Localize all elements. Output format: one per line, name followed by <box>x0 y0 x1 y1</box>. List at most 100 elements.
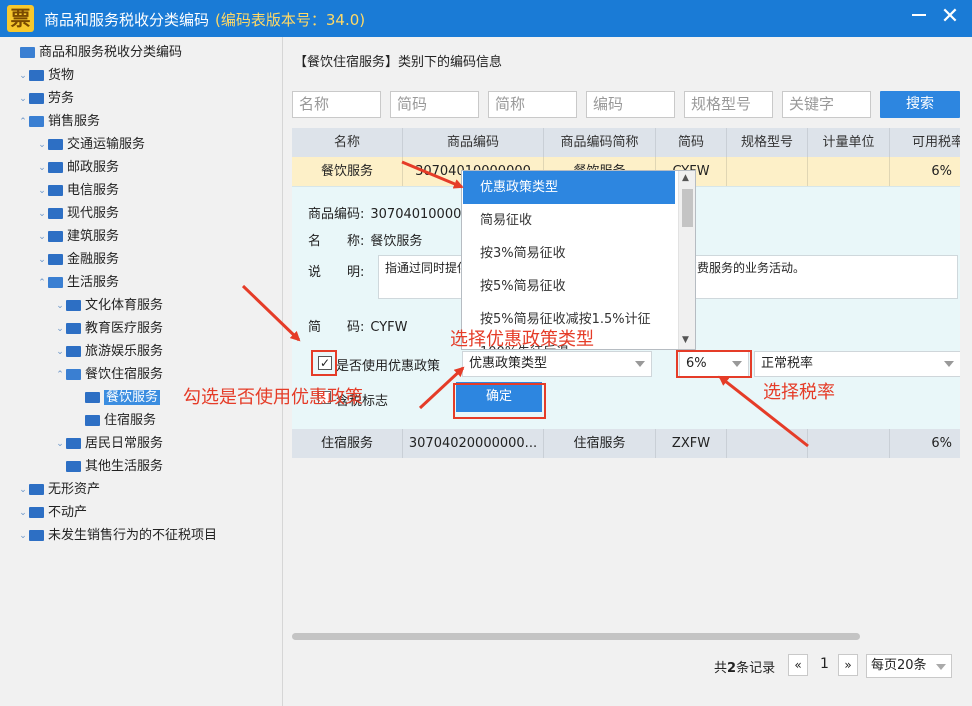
cell-shortcode: ZXFW <box>656 429 727 458</box>
table-row[interactable]: 住宿服务 30704020000000... 住宿服务 ZXFW 6% <box>292 429 960 458</box>
column-header-spec[interactable]: 规格型号 <box>727 128 808 157</box>
search-keyword-input[interactable]: 关键字 <box>782 91 871 118</box>
column-header-unit[interactable]: 计量单位 <box>808 128 890 157</box>
tree-item[interactable]: ⌄ 不动产 <box>17 503 87 523</box>
expand-toggle-icon[interactable]: ⌄ <box>54 434 66 454</box>
folder-icon <box>48 161 63 173</box>
tree-item-label: 未发生销售行为的不征税项目 <box>48 528 218 543</box>
expand-toggle-icon[interactable]: ⌄ <box>36 181 48 201</box>
expand-toggle-icon[interactable]: ⌄ <box>17 89 29 109</box>
policy-option[interactable]: 按3%简易征收 <box>463 237 675 270</box>
record-count: 共2条记录 <box>714 661 776 676</box>
search-name-input[interactable]: 名称 <box>292 91 381 118</box>
tree-item[interactable]: ⌄ 文化体育服务 <box>54 296 163 316</box>
app-window: 票 商品和服务税收分类编码 (编码表版本号：34.0) ✕ 商品和服务税收分类编码… <box>0 0 972 706</box>
name-value: 餐饮服务 <box>370 234 423 249</box>
search-code-input[interactable]: 编码 <box>586 91 675 118</box>
tree-item[interactable]: ⌃ 餐饮住宿服务 <box>54 365 163 385</box>
folder-icon <box>66 345 81 357</box>
tree-item[interactable]: 住宿服务 <box>73 411 156 431</box>
tree-item[interactable]: ⌄ 居民日常服务 <box>54 434 163 454</box>
expand-toggle-icon[interactable]: ⌄ <box>17 66 29 86</box>
scroll-thumb[interactable] <box>682 189 693 227</box>
tree-item[interactable]: 商品和服务税收分类编码 <box>8 43 182 63</box>
tree-item[interactable]: ⌄ 交通运输服务 <box>36 135 145 155</box>
tree-item-label: 住宿服务 <box>104 413 157 428</box>
tree-item-label: 生活服务 <box>67 275 120 290</box>
horizontal-scrollbar[interactable] <box>292 633 860 640</box>
search-spec-input[interactable]: 规格型号 <box>684 91 773 118</box>
next-page-button[interactable]: » <box>838 654 858 676</box>
tree-item[interactable]: 其他生活服务 <box>54 457 163 477</box>
folder-icon <box>48 230 63 242</box>
dropdown-scrollbar[interactable]: ▲ ▼ <box>678 171 695 349</box>
tree-item[interactable]: ⌄ 货物 <box>17 66 74 86</box>
scroll-down-icon[interactable]: ▼ <box>682 335 689 345</box>
tree-item[interactable]: ⌄ 现代服务 <box>36 204 119 224</box>
tree-item[interactable]: ⌃ 销售服务 <box>17 112 100 132</box>
search-button[interactable]: 搜索 <box>880 91 960 118</box>
name-label: 名 称: 餐饮服务 <box>308 234 423 249</box>
policy-type-dropdown-list[interactable]: 优惠政策类型 简易征收 按3%简易征收 按5%简易征收 按5%简易征收减按1.5… <box>461 170 696 350</box>
title-bar: 票 商品和服务税收分类编码 (编码表版本号：34.0) ✕ <box>0 0 972 37</box>
expand-toggle-icon[interactable]: ⌄ <box>36 135 48 155</box>
column-header-code[interactable]: 商品编码 <box>403 128 544 157</box>
tree-item[interactable]: ⌄ 劳务 <box>17 89 74 109</box>
folder-icon <box>29 506 44 518</box>
section-title: 【餐饮住宿服务】类别下的编码信息 <box>294 55 503 70</box>
policy-option[interactable]: 按5%简易征收 <box>463 270 675 303</box>
tree-item[interactable]: ⌄ 邮政服务 <box>36 158 119 178</box>
expand-toggle-icon[interactable]: ⌄ <box>36 204 48 224</box>
folder-icon <box>29 92 44 104</box>
column-header-shortcode[interactable]: 简码 <box>656 128 727 157</box>
folder-icon <box>48 276 63 288</box>
tree-item[interactable]: ⌃ 生活服务 <box>36 273 119 293</box>
policy-option[interactable]: 优惠政策类型 <box>463 171 675 204</box>
expand-toggle-icon[interactable]: ⌄ <box>17 526 29 546</box>
per-page-select[interactable]: 每页20条 <box>866 654 952 678</box>
policy-type-select[interactable]: 优惠政策类型 <box>462 351 652 377</box>
expand-toggle-icon[interactable]: ⌄ <box>17 480 29 500</box>
tree-item[interactable]: ⌄ 电信服务 <box>36 181 119 201</box>
chevron-down-icon <box>635 361 645 367</box>
tree-item-label: 不动产 <box>48 505 88 520</box>
tree-item-label: 居民日常服务 <box>85 436 164 451</box>
tree-item-label: 餐饮住宿服务 <box>85 367 164 382</box>
search-abbr-input[interactable]: 简称 <box>488 91 577 118</box>
column-header-name[interactable]: 名称 <box>292 128 403 157</box>
tree-item-label: 劳务 <box>48 91 75 106</box>
expand-toggle-icon[interactable]: ⌄ <box>54 342 66 362</box>
search-shortcode-input[interactable]: 简码 <box>390 91 479 118</box>
expand-toggle-icon[interactable]: ⌄ <box>17 503 29 523</box>
tree-item[interactable]: 餐饮服务 <box>73 388 161 408</box>
policy-option[interactable]: 简易征收 <box>463 204 675 237</box>
expand-toggle-icon[interactable]: ⌃ <box>17 112 29 132</box>
expand-toggle-icon[interactable]: ⌄ <box>54 319 66 339</box>
expand-toggle-icon[interactable]: ⌄ <box>54 296 66 316</box>
cell-unit <box>808 157 890 186</box>
expand-toggle-icon[interactable]: ⌄ <box>36 158 48 178</box>
prev-page-button[interactable]: « <box>788 654 808 676</box>
scroll-up-icon[interactable]: ▲ <box>682 173 689 183</box>
column-header-rate[interactable]: 可用税率 <box>890 128 960 157</box>
code-label: 商品编码: 3070401000000 <box>308 207 478 222</box>
expand-toggle-icon[interactable]: ⌄ <box>36 250 48 270</box>
tree-item[interactable]: ⌄ 建筑服务 <box>36 227 119 247</box>
tree-item[interactable]: ⌄ 教育医疗服务 <box>54 319 163 339</box>
tree-item[interactable]: ⌄ 无形资产 <box>17 480 100 500</box>
minimize-button[interactable] <box>912 14 926 16</box>
close-button[interactable]: ✕ <box>939 6 961 28</box>
column-header-abbr[interactable]: 商品编码简称 <box>544 128 656 157</box>
expand-toggle-icon[interactable]: ⌃ <box>54 365 66 385</box>
folder-icon <box>85 391 100 403</box>
tree-item[interactable]: ⌄ 金融服务 <box>36 250 119 270</box>
folder-icon <box>66 368 81 380</box>
tree-item[interactable]: ⌄ 未发生销售行为的不征税项目 <box>17 526 217 546</box>
expand-toggle-icon[interactable]: ⌄ <box>36 227 48 247</box>
use-policy-label: 是否使用优惠政策 <box>336 359 441 374</box>
tree-item-label: 交通运输服务 <box>67 137 146 152</box>
cell-spec <box>727 429 808 458</box>
tree-item[interactable]: ⌄ 旅游娱乐服务 <box>54 342 163 362</box>
tax-rate-type-select[interactable]: 正常税率 <box>754 351 960 377</box>
expand-toggle-icon[interactable]: ⌃ <box>36 273 48 293</box>
